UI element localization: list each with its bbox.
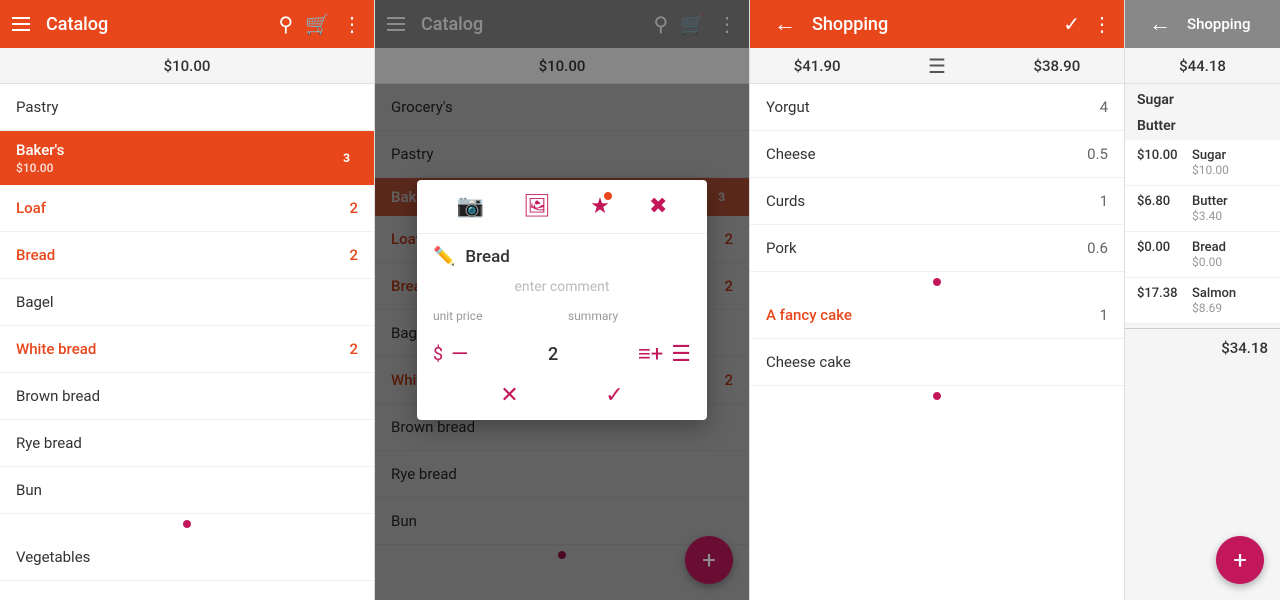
summary-row-bread: $0.00 Bread $0.00 <box>1125 232 1280 278</box>
amount-2: $38.90 <box>1033 57 1080 75</box>
summary-title: Shopping <box>1187 15 1268 33</box>
shop-item-pork[interactable]: Pork 0.6 <box>750 225 1124 272</box>
list-item-bagel[interactable]: Bagel <box>0 279 374 326</box>
catalog-list-1: Pastry Baker's $10.00 3 Loaf 2 Bread 2 B… <box>0 84 374 600</box>
delete-icon-btn[interactable]: ✖ <box>649 194 667 219</box>
shop-item-yorgut[interactable]: Yorgut 4 <box>750 84 1124 131</box>
dialog-icon-row: 📷 🖼 ★ ✖ <box>417 180 707 234</box>
dialog-actions: ✕ ✓ <box>417 375 707 412</box>
bakers-badge: 3 <box>335 149 358 167</box>
list-item-brown-bread[interactable]: Brown bread <box>0 373 374 420</box>
bakers-header[interactable]: Baker's $10.00 3 <box>0 131 374 185</box>
list-item-loaf[interactable]: Loaf 2 <box>0 185 374 232</box>
shopping-list: Yorgut 4 Cheese 0.5 Curds 1 Pork 0.6 A f… <box>750 84 1124 600</box>
dialog-overlay[interactable]: 📷 🖼 ★ ✖ ✏️ Bread enter comment unit pric… <box>375 0 749 600</box>
summary-total: $34.18 <box>1125 328 1280 367</box>
list-item-pastry[interactable]: Pastry <box>0 84 374 131</box>
summary-row-sugar: $10.00 Sugar $10.00 <box>1125 140 1280 186</box>
list-view-icon[interactable]: ☰ <box>928 54 946 78</box>
dialog-price-labels: unit price summary <box>417 305 707 333</box>
summary-list: Sugar Butter $10.00 Sugar $10.00 $6.80 B… <box>1125 84 1280 600</box>
shop-item-curds[interactable]: Curds 1 <box>750 178 1124 225</box>
header-catalog-1: Catalog ⚲ 🛒 ⋮ <box>0 0 374 48</box>
check-icon[interactable]: ✓ <box>1063 12 1080 36</box>
dialog-cancel-btn[interactable]: ✕ <box>500 383 518 408</box>
shop-item-fancy-cake[interactable]: A fancy cake 1 <box>750 292 1124 339</box>
qty-value: 2 <box>476 344 630 365</box>
list-item-vegetables[interactable]: Vegetables <box>0 534 374 581</box>
dialog-title-row: ✏️ Bread <box>417 234 707 275</box>
image-icon-btn[interactable]: 🖼 <box>523 194 551 219</box>
list-item-bread[interactable]: Bread 2 <box>0 232 374 279</box>
list-item-rye-bread[interactable]: Rye bread <box>0 420 374 467</box>
dialog-confirm-btn[interactable]: ✓ <box>605 383 623 408</box>
budget-bar-4: $44.18 <box>1125 48 1280 84</box>
camera-icon-btn[interactable]: 📷 <box>457 194 484 219</box>
dollar-icon: $ <box>433 344 443 365</box>
panel-catalog-left: Catalog ⚲ 🛒 ⋮ $10.00 Pastry Baker's $10.… <box>0 0 375 600</box>
panel-shopping: ← Shopping ✓ ⋮ $41.90 ☰ $38.90 Yorgut 4 … <box>750 0 1125 600</box>
dialog-qty-row: $ — 2 ≡+ ☰ <box>417 333 707 375</box>
summary-row-butter: $6.80 Butter $3.40 <box>1125 186 1280 232</box>
scroll-indicator-3 <box>750 272 1124 292</box>
panel-summary: ← Shopping $44.18 Sugar Butter $10.00 Su… <box>1125 0 1280 600</box>
scroll-indicator-3b <box>750 386 1124 406</box>
shop-item-cheese[interactable]: Cheese 0.5 <box>750 131 1124 178</box>
summary-cat-butter: Butter <box>1125 110 1280 136</box>
more-icon-3[interactable]: ⋮ <box>1092 12 1112 36</box>
summary-row-salmon: $17.38 Salmon $8.69 <box>1125 278 1280 324</box>
budget-bar-3: $41.90 ☰ $38.90 <box>750 48 1124 84</box>
dialog-bread-title: Bread <box>465 247 509 267</box>
scroll-indicator-1 <box>0 514 374 534</box>
search-icon-1[interactable]: ⚲ <box>278 12 293 36</box>
hamburger-icon[interactable] <box>12 17 30 31</box>
shopping-title: Shopping <box>812 14 1051 35</box>
pencil-icon: ✏️ <box>433 246 455 267</box>
shop-item-cheese-cake[interactable]: Cheese cake <box>750 339 1124 386</box>
header-summary: ← Shopping <box>1125 0 1280 48</box>
bread-dialog: 📷 🖼 ★ ✖ ✏️ Bread enter comment unit pric… <box>417 180 707 420</box>
add-note-btn[interactable]: ≡+ <box>638 341 663 367</box>
panel-catalog-dialog: Catalog ⚲ 🛒 ⋮ $10.00 Grocery's Pastry Ba… <box>375 0 750 600</box>
dialog-comment: enter comment <box>417 275 707 305</box>
back-icon-2[interactable]: ← <box>1149 11 1171 37</box>
catalog-title-1: Catalog <box>46 14 266 35</box>
cart-icon-1[interactable]: 🛒 <box>305 12 330 36</box>
back-icon[interactable]: ← <box>774 11 796 37</box>
amount-1: $41.90 <box>794 57 841 75</box>
more-icon-1[interactable]: ⋮ <box>342 12 362 36</box>
list-item-white-bread[interactable]: White bread 2 <box>0 326 374 373</box>
header-shopping: ← Shopping ✓ ⋮ <box>750 0 1124 48</box>
qty-decrease-btn[interactable]: — <box>451 342 468 367</box>
bookmark-icon-btn[interactable]: ★ <box>590 194 610 219</box>
note-btn[interactable]: ☰ <box>671 342 691 367</box>
list-item-bun[interactable]: Bun <box>0 467 374 514</box>
summary-cat-sugar: Sugar <box>1125 84 1280 110</box>
budget-bar-1: $10.00 <box>0 48 374 84</box>
